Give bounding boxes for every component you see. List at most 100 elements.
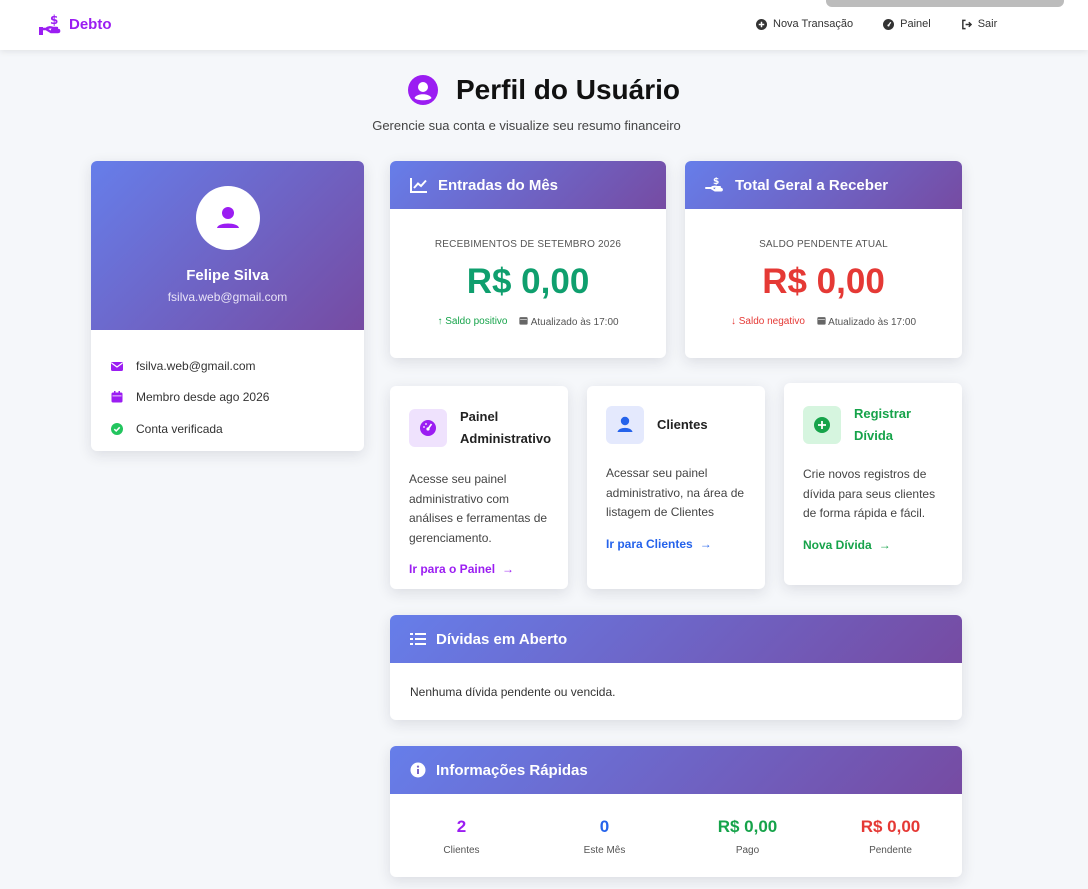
profile-info-email: fsilva.web@gmail.com — [111, 350, 344, 382]
quick-stat-clientes: 2 Clientes — [390, 817, 533, 856]
arrow-right-icon: → — [878, 537, 891, 552]
profile-email: fsilva.web@gmail.com — [167, 290, 288, 304]
stat-card-header: Entradas do Mês — [390, 161, 666, 209]
navbar: $ Debto Nova Transação Painel Sair — [0, 0, 1088, 50]
quick-stat-label: Este Mês — [583, 845, 626, 856]
action-title: Registrar Dívida — [854, 406, 912, 443]
updated-text: Atualizado às 17:00 — [828, 317, 917, 328]
action-link-label: Nova Dívida — [803, 537, 872, 552]
calendar-icon — [111, 391, 123, 403]
quick-stat-label: Pendente — [869, 845, 912, 856]
clientes-link[interactable]: Ir para Clientes → — [606, 537, 746, 551]
dividas-section: Dívidas em Aberto Nenhuma dívida pendent… — [390, 615, 962, 720]
nova-divida-link[interactable]: Nova Dívida → — [803, 538, 943, 552]
section-title: Dívidas em Aberto — [436, 630, 568, 648]
top-scrollbar[interactable] — [826, 0, 1064, 7]
dividas-empty-text: Nenhuma dívida pendente ou vencida. — [410, 685, 616, 699]
profile-name: Felipe Silva — [186, 267, 269, 284]
section-title: Informações Rápidas — [436, 761, 588, 779]
quick-stat-value: 2 — [456, 817, 467, 836]
section-header: Informações Rápidas — [390, 746, 962, 794]
arrow-up-icon: ↑ — [437, 316, 443, 327]
action-card-divida[interactable]: Registrar Dívida Crie novos registros de… — [784, 383, 962, 585]
info-icon — [410, 762, 426, 778]
stat-value: R$ 0,00 — [466, 262, 590, 301]
brand-logo[interactable]: $ Debto — [39, 13, 112, 35]
section-header: Dívidas em Aberto — [390, 615, 962, 663]
arrow-right-icon: → — [699, 536, 712, 551]
updated-text: Atualizado às 17:00 — [530, 317, 619, 328]
user-icon — [606, 406, 644, 444]
page-title: Perfil do Usuário — [0, 74, 1088, 106]
hand-dollar-icon: $ — [39, 13, 61, 35]
chart-line-icon — [410, 178, 427, 193]
action-card-painel[interactable]: Painel Administrativo Acesse seu painel … — [390, 386, 568, 589]
plus-circle-icon — [803, 406, 841, 444]
stat-card-title: Total Geral a Receber — [735, 176, 889, 194]
quick-stat-label: Pago — [735, 845, 760, 856]
nav-link-label: Nova Transação — [773, 18, 854, 30]
profile-info-member: Membro desde ago 2026 — [111, 382, 344, 414]
quick-stat-pendente: R$ 0,00 Pendente — [819, 817, 962, 856]
quick-info-section: Informações Rápidas 2 Clientes 0 Este Mê… — [390, 746, 962, 877]
profile-info-list: fsilva.web@gmail.com Membro desde ago 20… — [91, 330, 364, 451]
action-title: Clientes — [657, 417, 708, 432]
avatar — [196, 186, 260, 250]
quick-stat-este-mes: 0 Este Mês — [533, 817, 676, 856]
svg-text:$: $ — [50, 13, 58, 27]
status-negative: ↓ Saldo negativo — [731, 316, 805, 328]
profile-info-text: Membro desde ago 2026 — [136, 390, 270, 405]
stat-label: SALDO PENDENTE ATUAL — [759, 239, 888, 250]
nav-link-label: Sair — [977, 18, 998, 30]
user-icon — [217, 207, 239, 228]
action-description: Crie novos registros de dívida para seus… — [803, 467, 936, 520]
hand-dollar-icon: $ — [705, 177, 723, 192]
nav-nova-transacao[interactable]: Nova Transação — [756, 18, 853, 30]
profile-info-text: fsilva.web@gmail.com — [136, 358, 256, 373]
nav-sair[interactable]: Sair — [961, 18, 998, 30]
stat-label: RECEBIMENTOS DE SETEMBRO 2026 — [434, 239, 622, 250]
action-card-clientes[interactable]: Clientes Acessar seu painel administrati… — [587, 386, 765, 589]
page-subtitle: Gerencie sua conta e visualize seu resum… — [372, 118, 681, 133]
nav-painel[interactable]: Painel — [883, 18, 931, 30]
quick-stat-value: R$ 0,00 — [860, 817, 921, 836]
profile-info-verified: Conta verificada — [111, 413, 344, 445]
quick-stat-value: R$ 0,00 — [717, 817, 778, 836]
stat-card-receber: $ Total Geral a Receber SALDO PENDENTE A… — [685, 161, 962, 358]
action-description: Acesse seu painel administrativo com aná… — [409, 472, 548, 545]
profile-header: Felipe Silva fsilva.web@gmail.com — [91, 161, 364, 330]
stat-card-header: $ Total Geral a Receber — [685, 161, 962, 209]
stat-card-entradas: Entradas do Mês RECEBIMENTOS DE SETEMBRO… — [390, 161, 666, 358]
stat-card-title: Entradas do Mês — [438, 176, 559, 194]
quick-stats: 2 Clientes 0 Este Mês R$ 0,00 Pago R$ 0,… — [390, 794, 962, 856]
updated-time: Atualizado às 17:00 — [817, 316, 916, 328]
profile-info-text: Conta verificada — [136, 421, 223, 436]
painel-link[interactable]: Ir para o Painel → — [409, 562, 549, 576]
action-description: Acessar seu painel administrativo, na ár… — [606, 466, 745, 519]
stat-value: R$ 0,00 — [762, 262, 885, 301]
calendar-icon — [817, 317, 826, 325]
brand-name: Debto — [69, 15, 112, 33]
profile-card: Felipe Silva fsilva.web@gmail.com fsilva… — [91, 161, 364, 451]
list-icon — [410, 633, 426, 645]
action-link-label: Ir para Clientes — [606, 536, 693, 551]
nav-link-label: Painel — [900, 18, 931, 30]
action-link-label: Ir para o Painel — [409, 562, 496, 576]
arrow-down-icon: ↓ — [730, 316, 736, 327]
sign-out-icon — [961, 19, 972, 29]
dashboard-icon — [883, 18, 895, 30]
status-positive: ↑ Saldo positivo — [437, 316, 507, 328]
status-text: Saldo positivo — [445, 316, 508, 327]
status-text: Saldo negativo — [738, 316, 805, 327]
arrow-right-icon: → — [502, 562, 515, 576]
page-title-text: Perfil do Usuário — [455, 74, 681, 105]
quick-stat-pago: R$ 0,00 Pago — [676, 817, 819, 856]
user-circle-icon — [407, 75, 438, 105]
quick-stat-label: Clientes — [443, 845, 480, 856]
quick-stat-value: 0 — [599, 817, 610, 836]
envelope-icon — [111, 361, 123, 371]
calendar-icon — [519, 317, 529, 325]
action-title: Painel Administrativo — [460, 409, 552, 446]
plus-circle-icon — [756, 18, 767, 30]
updated-time: Atualizado às 17:00 — [519, 316, 619, 328]
